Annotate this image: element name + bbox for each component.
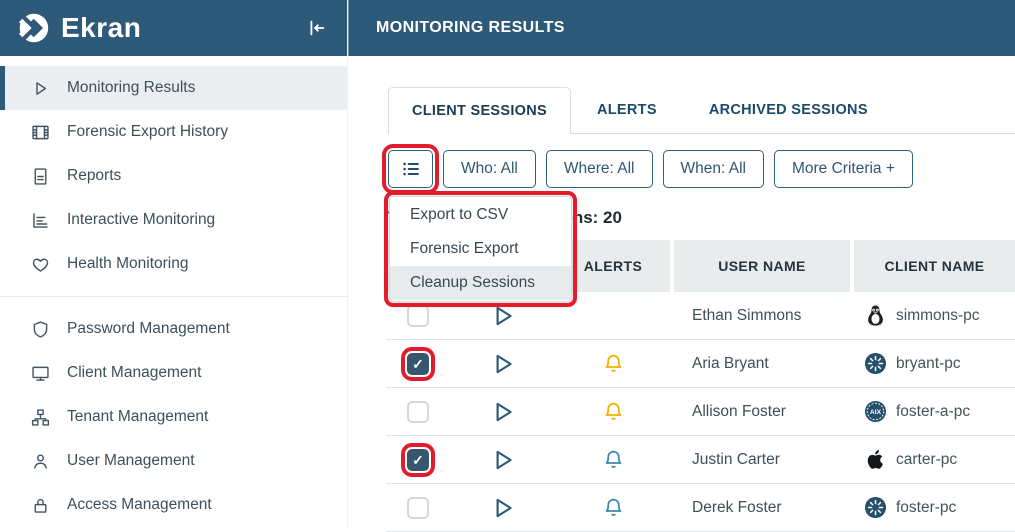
- play-session-icon[interactable]: [490, 351, 516, 377]
- tab-alerts[interactable]: ALERTS: [571, 87, 683, 133]
- sitemap-icon: [29, 406, 51, 428]
- chart-icon: [29, 209, 51, 231]
- aix-icon: AIX: [864, 400, 887, 423]
- lock-icon: [29, 494, 51, 516]
- tab-bar: CLIENT SESSIONS ALERTS ARCHIVED SESSIONS: [388, 87, 1015, 134]
- more-criteria-button[interactable]: More Criteria +: [774, 150, 913, 188]
- sidebar: Ekran Monitoring Results Forensic Export…: [0, 0, 348, 529]
- filter-when-button[interactable]: When: All: [663, 150, 764, 188]
- col-header-client-name: CLIENT NAME: [854, 240, 1015, 292]
- alert-bell-icon[interactable]: [603, 449, 624, 470]
- main-area: MONITORING RESULTS CLIENT SESSIONS ALERT…: [348, 0, 1015, 529]
- report-icon: [29, 165, 51, 187]
- linux-icon: [864, 304, 887, 327]
- os-icon-slot: [864, 352, 887, 375]
- col-header-alerts: ALERTS: [556, 240, 670, 292]
- play-session-icon[interactable]: [490, 399, 516, 425]
- brand-logo: Ekran: [14, 9, 141, 47]
- row-checkbox[interactable]: [407, 449, 429, 471]
- apple-icon: [864, 448, 887, 471]
- client-name: bryant-pc: [896, 355, 961, 373]
- os-icon-slot: [864, 496, 887, 519]
- content: CLIENT SESSIONS ALERTS ARCHIVED SESSIONS…: [348, 56, 1015, 529]
- sidebar-item-label: Reports: [67, 167, 121, 185]
- solaris-icon: [864, 352, 887, 375]
- sidebar-item-label: Access Management: [67, 496, 212, 514]
- client-name: simmons-pc: [896, 307, 980, 325]
- client-name: carter-pc: [896, 451, 957, 469]
- filter-where-button[interactable]: Where: All: [546, 150, 653, 188]
- client-name: foster-a-pc: [896, 403, 970, 421]
- menu-item-cleanup-sessions[interactable]: Cleanup Sessions: [390, 266, 571, 300]
- row-checkbox[interactable]: [407, 497, 429, 519]
- list-icon: [400, 158, 422, 180]
- sidebar-divider: [0, 296, 347, 297]
- sidebar-collapse-icon[interactable]: [301, 13, 331, 43]
- svg-text:AIX: AIX: [870, 409, 882, 416]
- play-icon: [29, 77, 51, 99]
- sidebar-item-label: Password Management: [67, 320, 230, 338]
- row-checkbox[interactable]: [407, 353, 429, 375]
- table-row: Justin Carter carter-pc: [386, 436, 1015, 484]
- tab-archived-sessions[interactable]: ARCHIVED SESSIONS: [683, 87, 894, 133]
- user-name: Ethan Simmons: [674, 307, 850, 325]
- user-name: Justin Carter: [674, 451, 850, 469]
- os-icon-slot: [864, 304, 887, 327]
- sidebar-item-monitoring-results[interactable]: Monitoring Results: [0, 66, 347, 110]
- client-name: foster-pc: [896, 499, 956, 517]
- film-icon: [29, 121, 51, 143]
- sidebar-item-label: Forensic Export History: [67, 123, 228, 141]
- sidebar-item-label: Interactive Monitoring: [67, 211, 215, 229]
- sidebar-item-label: Health Monitoring: [67, 255, 188, 273]
- sidebar-item-tenant-management[interactable]: Tenant Management: [0, 395, 347, 439]
- bulk-actions-dropdown: Export to CSV Forensic Export Cleanup Se…: [389, 196, 572, 302]
- brand-name: Ekran: [61, 12, 141, 44]
- user-name: Allison Foster: [674, 403, 850, 421]
- sidebar-header: Ekran: [0, 0, 347, 56]
- alert-bell-icon[interactable]: [603, 401, 624, 422]
- sidebar-item-reports[interactable]: Reports: [0, 154, 347, 198]
- sidebar-item-label: Tenant Management: [67, 408, 208, 426]
- row-checkbox[interactable]: [407, 305, 429, 327]
- shield-icon: [29, 318, 51, 340]
- user-icon: [29, 450, 51, 472]
- monitor-icon: [29, 362, 51, 384]
- menu-item-export-to-csv[interactable]: Export to CSV: [390, 198, 571, 232]
- sidebar-item-label: Monitoring Results: [67, 79, 195, 97]
- solaris-icon: [864, 496, 887, 519]
- row-checkbox[interactable]: [407, 401, 429, 423]
- bulk-actions-menu-button[interactable]: [388, 150, 433, 188]
- sidebar-item-interactive-monitoring[interactable]: Interactive Monitoring: [0, 198, 347, 242]
- filter-who-button[interactable]: Who: All: [443, 150, 536, 188]
- toolbar: Who: All Where: All When: All More Crite…: [388, 150, 913, 188]
- tab-client-sessions[interactable]: CLIENT SESSIONS: [388, 87, 571, 134]
- sidebar-item-label: Client Management: [67, 364, 201, 382]
- alert-bell-icon[interactable]: [603, 353, 624, 374]
- table-row: Derek Foster foster-pc: [386, 484, 1015, 532]
- sidebar-nav: Monitoring Results Forensic Export Histo…: [0, 56, 347, 527]
- alert-bell-icon[interactable]: [603, 497, 624, 518]
- os-icon-slot: [864, 448, 887, 471]
- ekran-logo-icon: [14, 9, 52, 47]
- sidebar-item-label: User Management: [67, 452, 195, 470]
- table-row: Allison Foster AIX foster-a-pc: [386, 388, 1015, 436]
- user-name: Aria Bryant: [674, 355, 850, 373]
- menu-item-forensic-export[interactable]: Forensic Export: [390, 232, 571, 266]
- sidebar-item-access-management[interactable]: Access Management: [0, 483, 347, 527]
- page-header: MONITORING RESULTS: [348, 0, 1015, 56]
- play-session-icon[interactable]: [490, 303, 516, 329]
- sidebar-item-client-management[interactable]: Client Management: [0, 351, 347, 395]
- user-name: Derek Foster: [674, 499, 850, 517]
- col-header-user-name: USER NAME: [674, 240, 850, 292]
- sidebar-item-forensic-export-history[interactable]: Forensic Export History: [0, 110, 347, 154]
- heart-icon: [29, 253, 51, 275]
- page-title: MONITORING RESULTS: [376, 19, 565, 37]
- sidebar-item-user-management[interactable]: User Management: [0, 439, 347, 483]
- table-row: Aria Bryant bryant-pc: [386, 340, 1015, 388]
- sidebar-item-health-monitoring[interactable]: Health Monitoring: [0, 242, 347, 286]
- sidebar-item-password-management[interactable]: Password Management: [0, 307, 347, 351]
- os-icon-slot: AIX: [864, 400, 887, 423]
- play-session-icon[interactable]: [490, 495, 516, 521]
- play-session-icon[interactable]: [490, 447, 516, 473]
